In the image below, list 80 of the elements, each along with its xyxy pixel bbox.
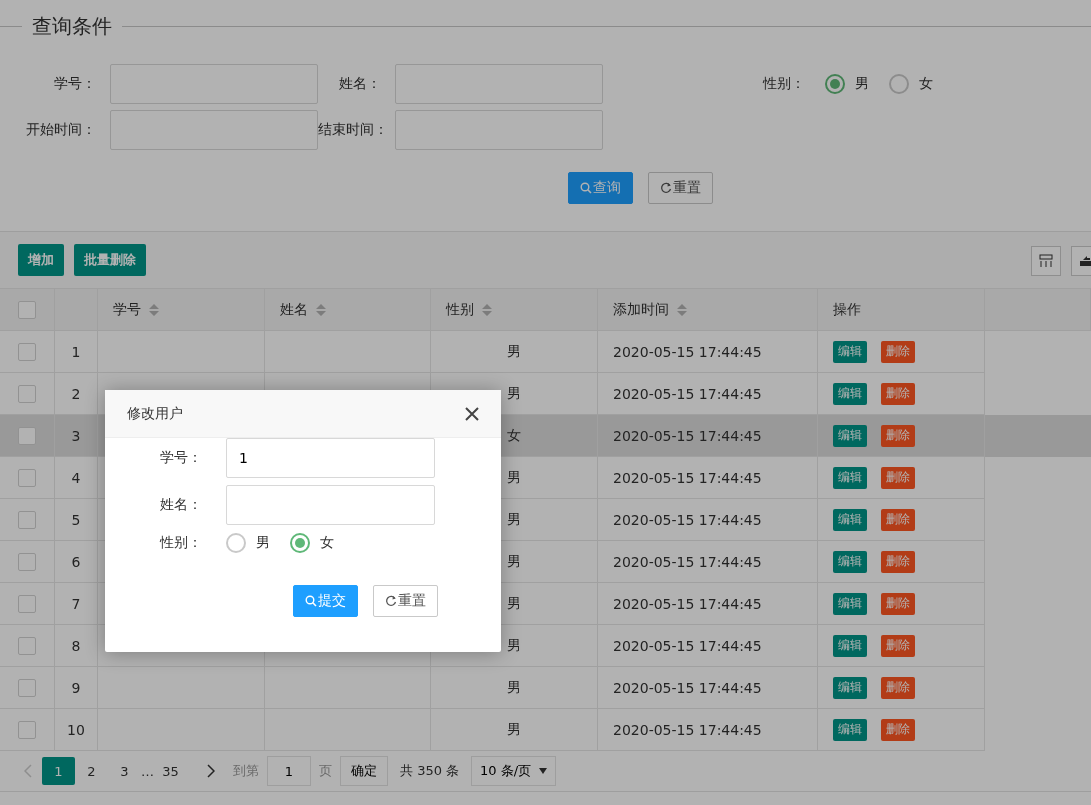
checkbox[interactable] [18, 636, 36, 655]
column-header[interactable]: 学号 [98, 289, 265, 331]
edit-button[interactable]: 编辑 [833, 550, 867, 573]
close-icon[interactable] [465, 406, 479, 421]
sort-icon [316, 303, 326, 316]
checkbox[interactable] [18, 720, 36, 739]
table-cell: 2020-05-15 17:44:45 [598, 709, 818, 751]
confirm-button[interactable]: 确定 [340, 756, 388, 786]
page-button[interactable]: 1 [42, 757, 75, 785]
delete-button[interactable]: 删除 [881, 592, 915, 615]
edit-button[interactable]: 编辑 [833, 508, 867, 531]
page-size-select[interactable]: 10 条/页 [471, 756, 557, 786]
field-label: 姓名： [338, 75, 382, 93]
field-label: 姓名： [159, 496, 203, 514]
search-icon [580, 182, 592, 194]
reset-button[interactable]: 重置 [648, 172, 713, 204]
reset-button[interactable]: 重置 [373, 585, 438, 617]
input-field[interactable] [110, 110, 318, 150]
checkbox[interactable] [18, 552, 36, 571]
checkbox[interactable] [18, 678, 36, 697]
column-header[interactable]: 操作 [818, 289, 985, 331]
delete-button[interactable]: 删除 [881, 466, 915, 489]
delete-button[interactable]: 删除 [881, 508, 915, 531]
checkbox[interactable] [18, 384, 36, 403]
input-field[interactable]: 1 [226, 438, 435, 478]
delete-button[interactable]: 删除 [881, 424, 915, 447]
caret-icon [539, 768, 548, 774]
refresh-icon [660, 182, 672, 194]
column-header[interactable]: 性别 [431, 289, 598, 331]
radio-option[interactable]: 女 [889, 74, 933, 94]
input-field[interactable] [226, 485, 435, 525]
checkbox[interactable] [18, 342, 36, 361]
page-input[interactable]: 1 [267, 756, 311, 786]
toolbar-button[interactable]: 增加 [18, 244, 64, 276]
delete-button[interactable]: 删除 [881, 676, 915, 699]
sort-icon [677, 303, 687, 316]
edit-button[interactable]: 编辑 [833, 340, 867, 363]
field-label: 开始时间： [25, 121, 97, 139]
row-number: 10 [55, 709, 98, 751]
edit-button[interactable]: 编辑 [833, 382, 867, 405]
delete-button[interactable]: 删除 [881, 382, 915, 405]
columns-icon[interactable] [1031, 246, 1061, 276]
field-label: 学号： [53, 75, 97, 93]
edit-button[interactable]: 编辑 [833, 634, 867, 657]
input-field[interactable] [395, 64, 603, 104]
delete-button[interactable]: 删除 [881, 634, 915, 657]
checkbox[interactable] [18, 468, 36, 487]
ellipsis: … [141, 763, 154, 779]
page-unit: 页 [319, 762, 332, 780]
page-button[interactable]: 2 [75, 757, 108, 785]
toolbar-button[interactable]: 批量删除 [74, 244, 146, 276]
input-field[interactable] [110, 64, 318, 104]
table-cell: 男 [431, 709, 598, 751]
page-button[interactable]: 35 [154, 757, 187, 785]
checkbox[interactable] [18, 426, 36, 445]
refresh-icon [385, 595, 397, 607]
delete-button[interactable]: 删除 [881, 550, 915, 573]
sort-icon [482, 303, 492, 316]
field-label: 性别： [763, 75, 806, 93]
input-field[interactable] [395, 110, 603, 150]
checkbox[interactable] [18, 594, 36, 613]
edit-button[interactable]: 编辑 [833, 718, 867, 741]
checkbox[interactable] [18, 510, 36, 529]
goto-label: 到第 [233, 762, 259, 780]
delete-button[interactable]: 删除 [881, 340, 915, 363]
column-header[interactable]: 添加时间 [598, 289, 818, 331]
search-icon [305, 595, 317, 607]
total-count: 共 350 条 [400, 762, 460, 780]
radio-option[interactable]: 男 [825, 74, 869, 94]
page-button[interactable]: 3 [108, 757, 141, 785]
delete-button[interactable]: 删除 [881, 718, 915, 741]
edit-button[interactable]: 编辑 [833, 592, 867, 615]
checkbox[interactable] [18, 300, 36, 319]
submit-button[interactable]: 提交 [293, 585, 358, 617]
sort-icon [149, 303, 159, 316]
field-label: 结束时间： [318, 121, 389, 139]
edit-button[interactable]: 编辑 [833, 466, 867, 489]
edit-button[interactable]: 编辑 [833, 676, 867, 699]
column-header[interactable]: 姓名 [265, 289, 431, 331]
edit-button[interactable]: 编辑 [833, 424, 867, 447]
